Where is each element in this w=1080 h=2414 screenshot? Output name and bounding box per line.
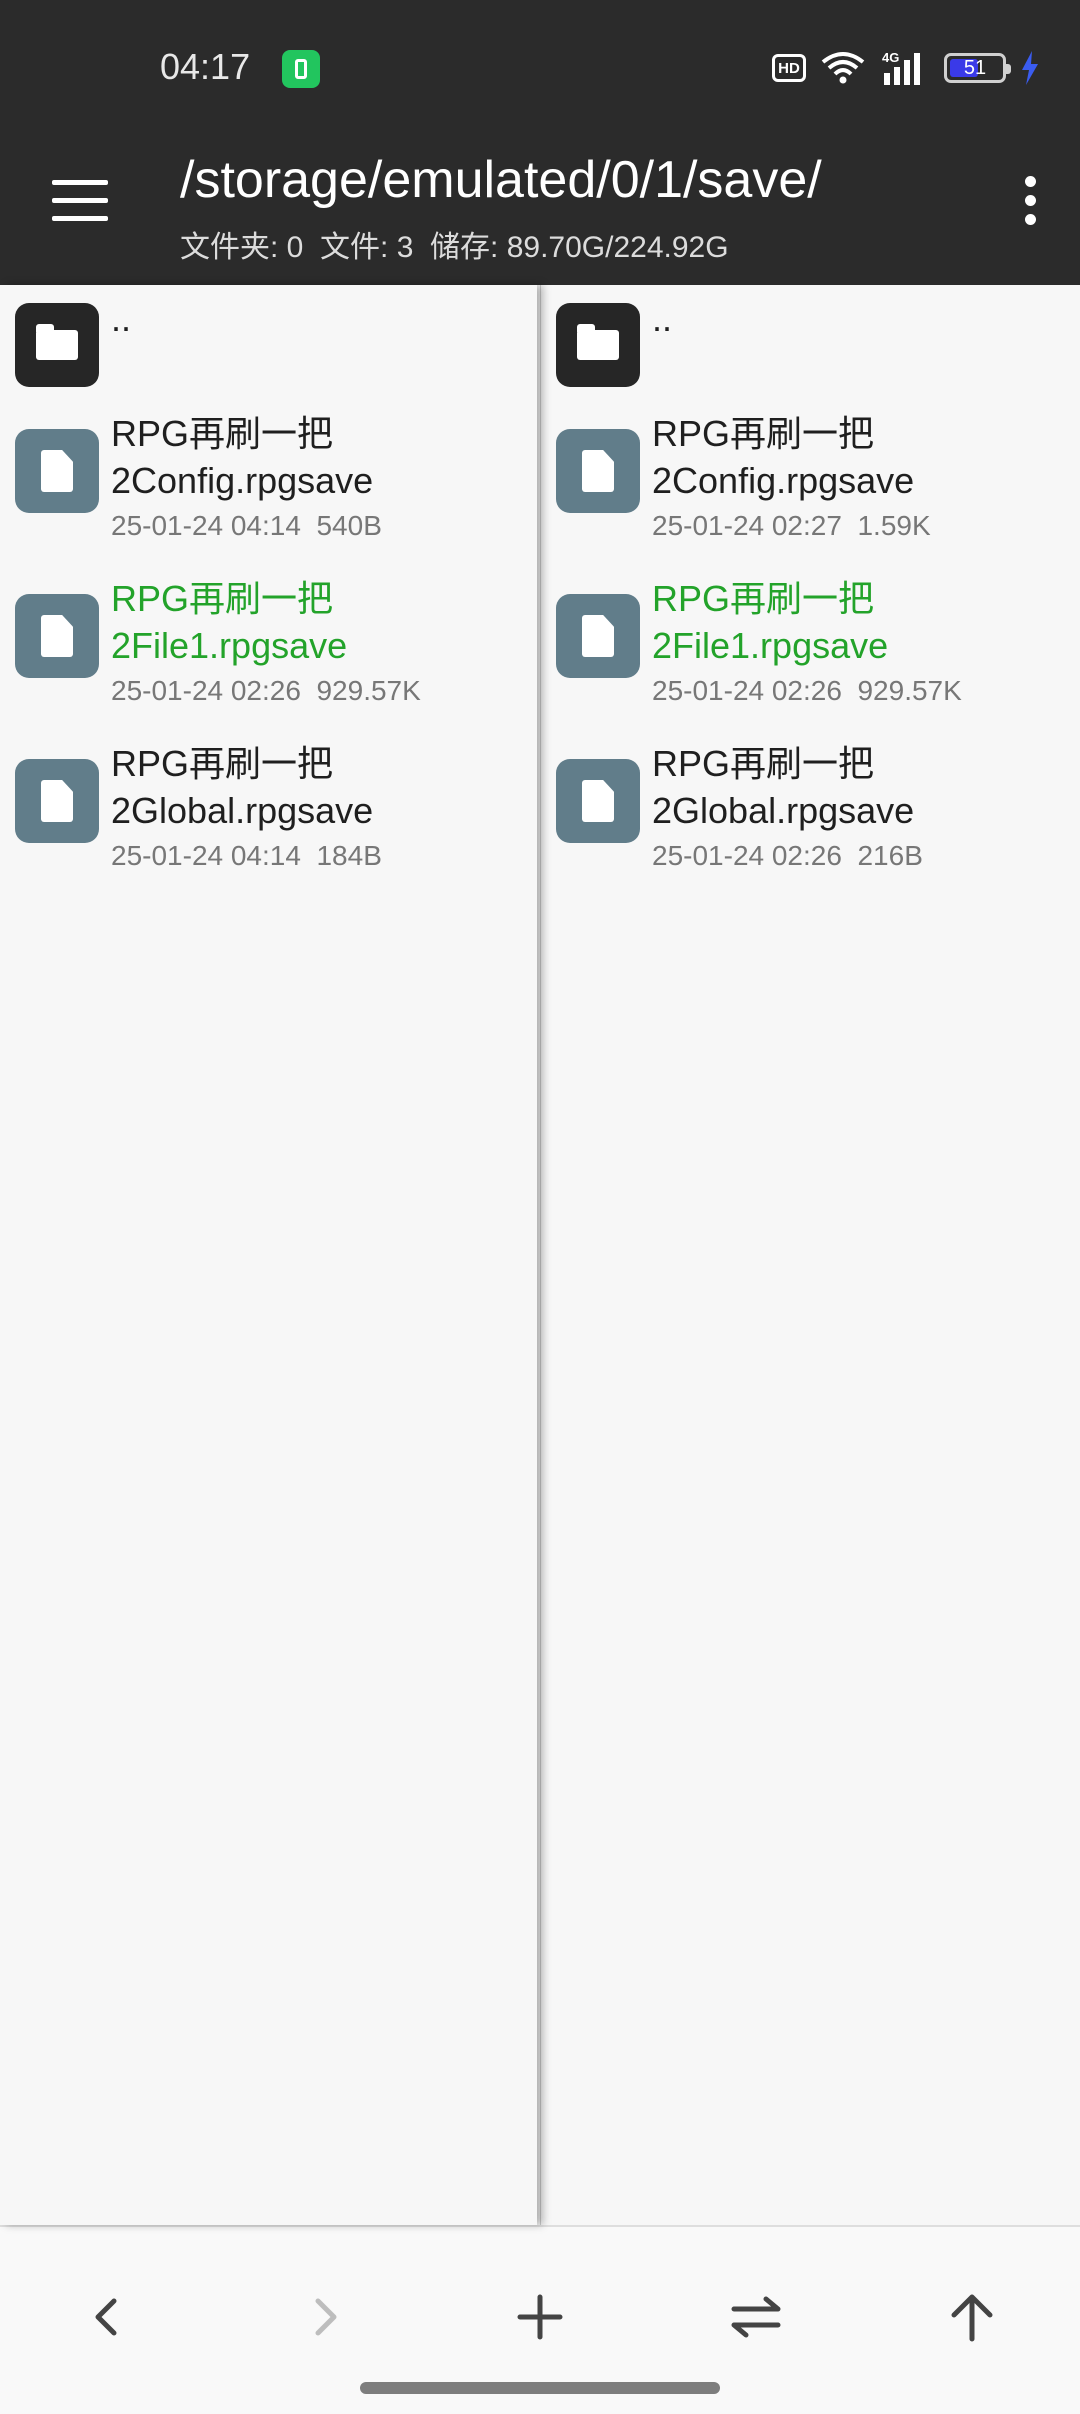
storage-summary: 文件夹: 0 文件: 3 储存: 89.70G/224.92G (180, 231, 729, 264)
home-indicator[interactable] (360, 2382, 720, 2394)
right-file-pane[interactable]: .. RPG再刷一把 2Config.rpgsave 25-01-24 02:27… (540, 285, 1080, 2225)
file-name-highlighted: RPG再刷一把 2File1.rpgsave (111, 578, 348, 666)
top-bar: 04:17 HD 4G 51 /storage/emulated/0/1/sav… (0, 0, 1080, 285)
file-icon (15, 429, 99, 513)
file-name: RPG再刷一把 2Config.rpgsave (111, 413, 374, 501)
more-vert-icon[interactable] (1000, 170, 1060, 230)
parent-directory-label: .. (111, 298, 132, 339)
file-icon (556, 594, 640, 678)
file-meta: 25-01-24 02:27 1.59K (652, 510, 931, 541)
swap-panes-icon[interactable] (716, 2277, 796, 2357)
file-name: RPG再刷一把 2Global.rpgsave (652, 743, 915, 831)
file-icon (556, 429, 640, 513)
bottom-action-bar (0, 2225, 1080, 2414)
status-time: 04:17 (160, 46, 251, 87)
file-row[interactable]: RPG再刷一把 2Config.rpgsave 25-01-24 02:27 1.… (541, 410, 1080, 560)
network-type-label: 4G (882, 50, 899, 65)
folder-icon (15, 303, 99, 387)
file-row[interactable]: RPG再刷一把 2File1.rpgsave 25-01-24 02:26 929… (541, 575, 1080, 725)
up-arrow-icon[interactable] (932, 2277, 1012, 2357)
battery-level: 51 (963, 57, 987, 79)
hd-icon: HD (772, 54, 806, 82)
file-meta: 25-01-24 04:14 540B (111, 510, 382, 541)
wifi-icon (821, 52, 865, 84)
file-meta: 25-01-24 02:26 216B (652, 840, 923, 871)
file-name: RPG再刷一把 2Global.rpgsave (111, 743, 374, 831)
file-meta: 25-01-24 04:14 184B (111, 840, 382, 871)
file-row[interactable]: RPG再刷一把 2Global.rpgsave 25-01-24 02:26 21… (541, 740, 1080, 890)
file-row[interactable]: RPG再刷一把 2File1.rpgsave 25-01-24 02:26 929… (0, 575, 537, 725)
file-name-highlighted: RPG再刷一把 2File1.rpgsave (652, 578, 889, 666)
folder-icon (556, 303, 640, 387)
file-row[interactable]: RPG再刷一把 2Global.rpgsave 25-01-24 04:14 18… (0, 740, 537, 890)
file-icon (15, 594, 99, 678)
file-meta: 25-01-24 02:26 929.57K (111, 675, 421, 706)
cellular-signal-icon: 4G (882, 50, 920, 85)
parent-directory-label: .. (652, 298, 673, 339)
hamburger-menu-icon[interactable] (52, 180, 112, 224)
battery-app-notification-icon (282, 50, 320, 88)
file-meta: 25-01-24 02:26 929.57K (652, 675, 962, 706)
left-file-pane[interactable]: .. RPG再刷一把 2Config.rpgsave 25-01-24 04:14… (0, 285, 537, 2225)
file-row[interactable]: RPG再刷一把 2Config.rpgsave 25-01-24 04:14 54… (0, 410, 537, 560)
file-icon (556, 759, 640, 843)
forward-arrow-icon[interactable] (284, 2277, 364, 2357)
battery-icon: 51 (944, 53, 1011, 83)
status-icons: HD 4G 51 (772, 46, 1040, 90)
current-path-title: /storage/emulated/0/1/save/ (180, 151, 822, 209)
back-arrow-icon[interactable] (68, 2277, 148, 2357)
file-name: RPG再刷一把 2Config.rpgsave (652, 413, 915, 501)
charging-bolt-icon (1022, 51, 1038, 85)
add-icon[interactable] (500, 2277, 580, 2357)
file-icon (15, 759, 99, 843)
